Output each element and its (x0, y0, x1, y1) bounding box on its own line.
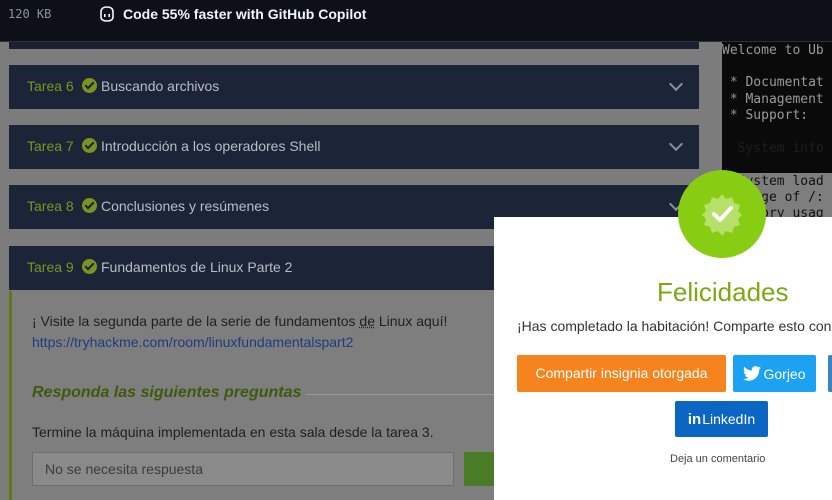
linkedin-share-button[interactable]: in LinkedIn (675, 401, 768, 437)
top-bar: 120 KB Code 55% faster with GitHub Copil… (0, 0, 832, 42)
description-text: ¡ Visite la segunda parte de la serie de… (32, 313, 360, 329)
success-badge (678, 170, 766, 258)
task-header-partial (9, 42, 699, 49)
task-title: Conclusiones y resúmenes (101, 198, 270, 214)
linkedin-button-label: LinkedIn (702, 411, 756, 427)
terminal-line: * Documentat (722, 75, 824, 90)
facebook-share-button[interactable] (828, 355, 832, 392)
twitter-button-label: Gorjeo (763, 365, 806, 382)
task-number: Tarea 6 (27, 78, 74, 94)
task-number: Tarea 8 (27, 198, 74, 214)
copilot-promo-text: Code 55% faster with GitHub Copilot (123, 6, 367, 22)
task-title: Introducción a los operadores Shell (101, 138, 321, 154)
chevron-down-icon[interactable] (668, 136, 684, 152)
description-text: de (359, 313, 375, 329)
check-circle-icon (82, 198, 97, 213)
question-text: Termine la máquina implementada en esta … (32, 424, 434, 440)
chevron-down-icon[interactable] (668, 76, 684, 92)
copilot-promo[interactable]: Code 55% faster with GitHub Copilot (98, 5, 366, 23)
task-header-7[interactable]: Tarea 7 Introducción a los operadores Sh… (9, 125, 699, 169)
terminal-line: Welcome to Ub (722, 43, 824, 58)
check-circle-icon (82, 259, 97, 274)
terminal-line: * Management (722, 92, 824, 107)
twitter-share-button[interactable]: Gorjeo (733, 355, 816, 392)
task-number: Tarea 7 (27, 138, 74, 154)
task-number: Tarea 9 (27, 259, 74, 275)
modal-title: Felicidades (657, 277, 789, 307)
copilot-icon (100, 6, 114, 22)
check-circle-icon (82, 138, 97, 153)
file-size: 120 KB (8, 7, 52, 21)
description-text: Linux aquí! (374, 313, 448, 329)
twitter-icon (743, 366, 762, 381)
linkedin-icon: in (687, 410, 702, 428)
terminal-line: System info (722, 141, 824, 156)
check-circle-icon (82, 78, 97, 93)
answer-field[interactable]: No se necesita respuesta (32, 452, 454, 486)
answer-heading: Responda las siguientes preguntas (32, 384, 302, 401)
task-title: Fundamentos de Linux Parte 2 (101, 259, 293, 275)
modal-subtitle: ¡Has completado la habitación! Comparte … (517, 318, 832, 334)
share-badge-button[interactable]: Compartir insignia otorgada (517, 355, 726, 392)
leave-comment-link[interactable]: Deja un comentario (670, 453, 765, 465)
terminal-line: * Support: (722, 108, 809, 123)
check-badge-icon (702, 194, 742, 236)
room-link[interactable]: https://tryhackme.com/room/linuxfundamen… (32, 334, 353, 350)
task-header-6[interactable]: Tarea 6 Buscando archivos (9, 65, 699, 109)
task-9-description: ¡ Visite la segunda parte de la serie de… (32, 311, 482, 353)
task-title: Buscando archivos (101, 78, 220, 94)
